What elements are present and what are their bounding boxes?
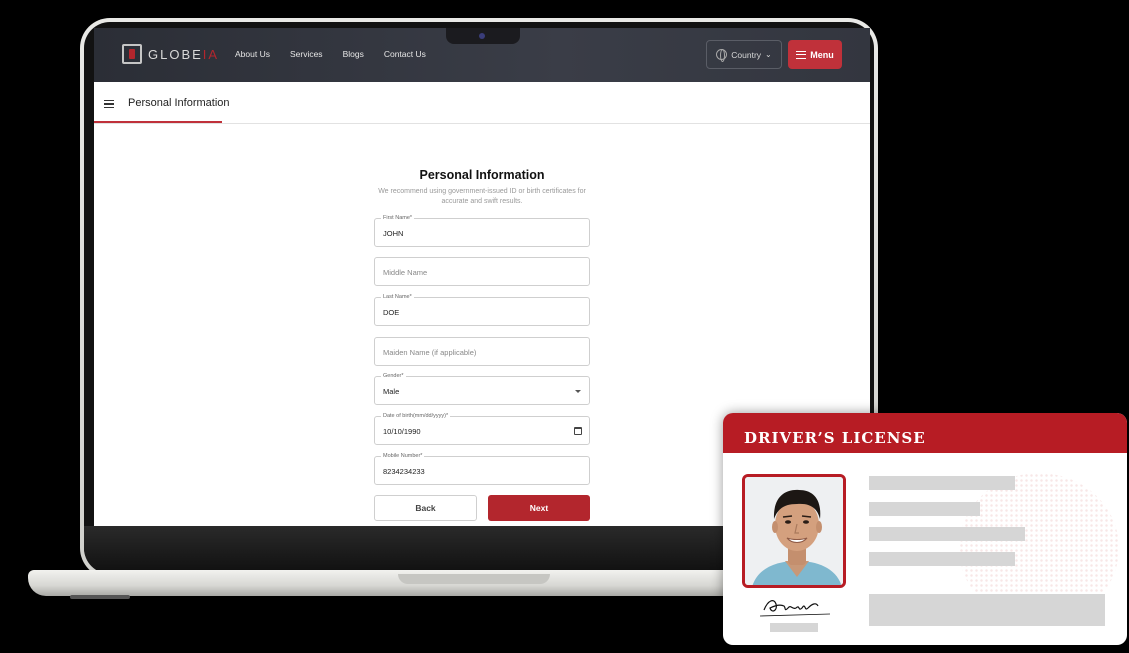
country-selector[interactable]: Country ⌄: [706, 40, 782, 69]
field-value: 10/10/1990: [383, 427, 421, 436]
drivers-license-card: DRIVER’S LICENSE: [723, 413, 1127, 645]
field-label: Date of birth(mm/dd/yyyy)*: [381, 413, 451, 419]
nav-contact-us[interactable]: Contact Us: [384, 49, 426, 59]
field-label: Last Name*: [381, 294, 414, 300]
hamburger-icon[interactable]: [104, 100, 114, 108]
logo-accent-text: IA: [202, 46, 220, 62]
field-label: Mobile Number*: [381, 453, 425, 459]
camera-icon: [479, 33, 485, 39]
text-placeholder-bar: [869, 552, 1015, 566]
license-header: DRIVER’S LICENSE: [723, 413, 1127, 453]
laptop-base-notch: [398, 574, 550, 584]
active-tab-underline: [94, 121, 222, 123]
field-value: DOE: [383, 308, 400, 317]
mobile-number-field[interactable]: Mobile Number* 8234234233: [374, 453, 590, 485]
field-label: Gender*: [381, 373, 406, 379]
page-title: Personal Information: [128, 97, 230, 109]
date-of-birth-field[interactable]: Date of birth(mm/dd/yyyy)* 10/10/1990: [374, 413, 590, 445]
back-button[interactable]: Back: [374, 495, 477, 521]
logo-text: GLOBE: [148, 46, 203, 62]
form-subtitle: We recommend using government-issued ID …: [378, 188, 586, 205]
license-title: DRIVER’S LICENSE: [744, 429, 926, 447]
globe-icon: [716, 49, 728, 62]
text-placeholder-block: [869, 594, 1105, 626]
gender-select[interactable]: Gender* Male: [374, 373, 590, 405]
site-logo[interactable]: GLOBEIA: [122, 44, 219, 64]
field-label: First Name*: [381, 215, 415, 221]
nav-about-us[interactable]: About Us: [235, 49, 270, 59]
signature-name-placeholder: [770, 623, 818, 632]
first-name-field[interactable]: First Name* JOHN: [374, 215, 590, 247]
license-photo: [742, 474, 846, 588]
field-placeholder: Middle Name: [383, 268, 428, 277]
text-placeholder-bar: [869, 476, 1015, 490]
menu-button[interactable]: Menu: [788, 40, 842, 69]
middle-name-field[interactable]: Middle Name: [374, 257, 590, 286]
last-name-field[interactable]: Last Name* DOE: [374, 294, 590, 326]
form-title: Personal Information: [419, 168, 545, 182]
logo-icon: [122, 44, 142, 64]
chevron-down-icon: ⌄: [765, 50, 772, 59]
field-value: 8234234233: [383, 467, 425, 476]
laptop-foot: [70, 595, 130, 599]
text-placeholder-bar: [869, 527, 1025, 541]
maiden-name-field[interactable]: Maiden Name (if applicable): [374, 337, 590, 366]
hamburger-icon: [796, 50, 807, 59]
main-nav: About Us Services Blogs Contact Us: [235, 49, 446, 59]
field-value: Male: [383, 387, 400, 396]
nav-services[interactable]: Services: [290, 49, 323, 59]
signature-image: [759, 600, 831, 617]
page-subheader: Personal Information: [94, 84, 870, 124]
text-placeholder-bar: [869, 502, 980, 516]
menu-label: Menu: [810, 49, 834, 60]
portrait-image: [745, 477, 843, 585]
field-placeholder: Maiden Name (if applicable): [383, 348, 477, 357]
nav-blogs[interactable]: Blogs: [343, 49, 364, 59]
next-button[interactable]: Next: [488, 495, 590, 521]
country-label: Country: [731, 49, 762, 60]
field-value: JOHN: [383, 229, 404, 238]
caret-down-icon: [575, 390, 581, 393]
calendar-icon[interactable]: [574, 427, 582, 435]
